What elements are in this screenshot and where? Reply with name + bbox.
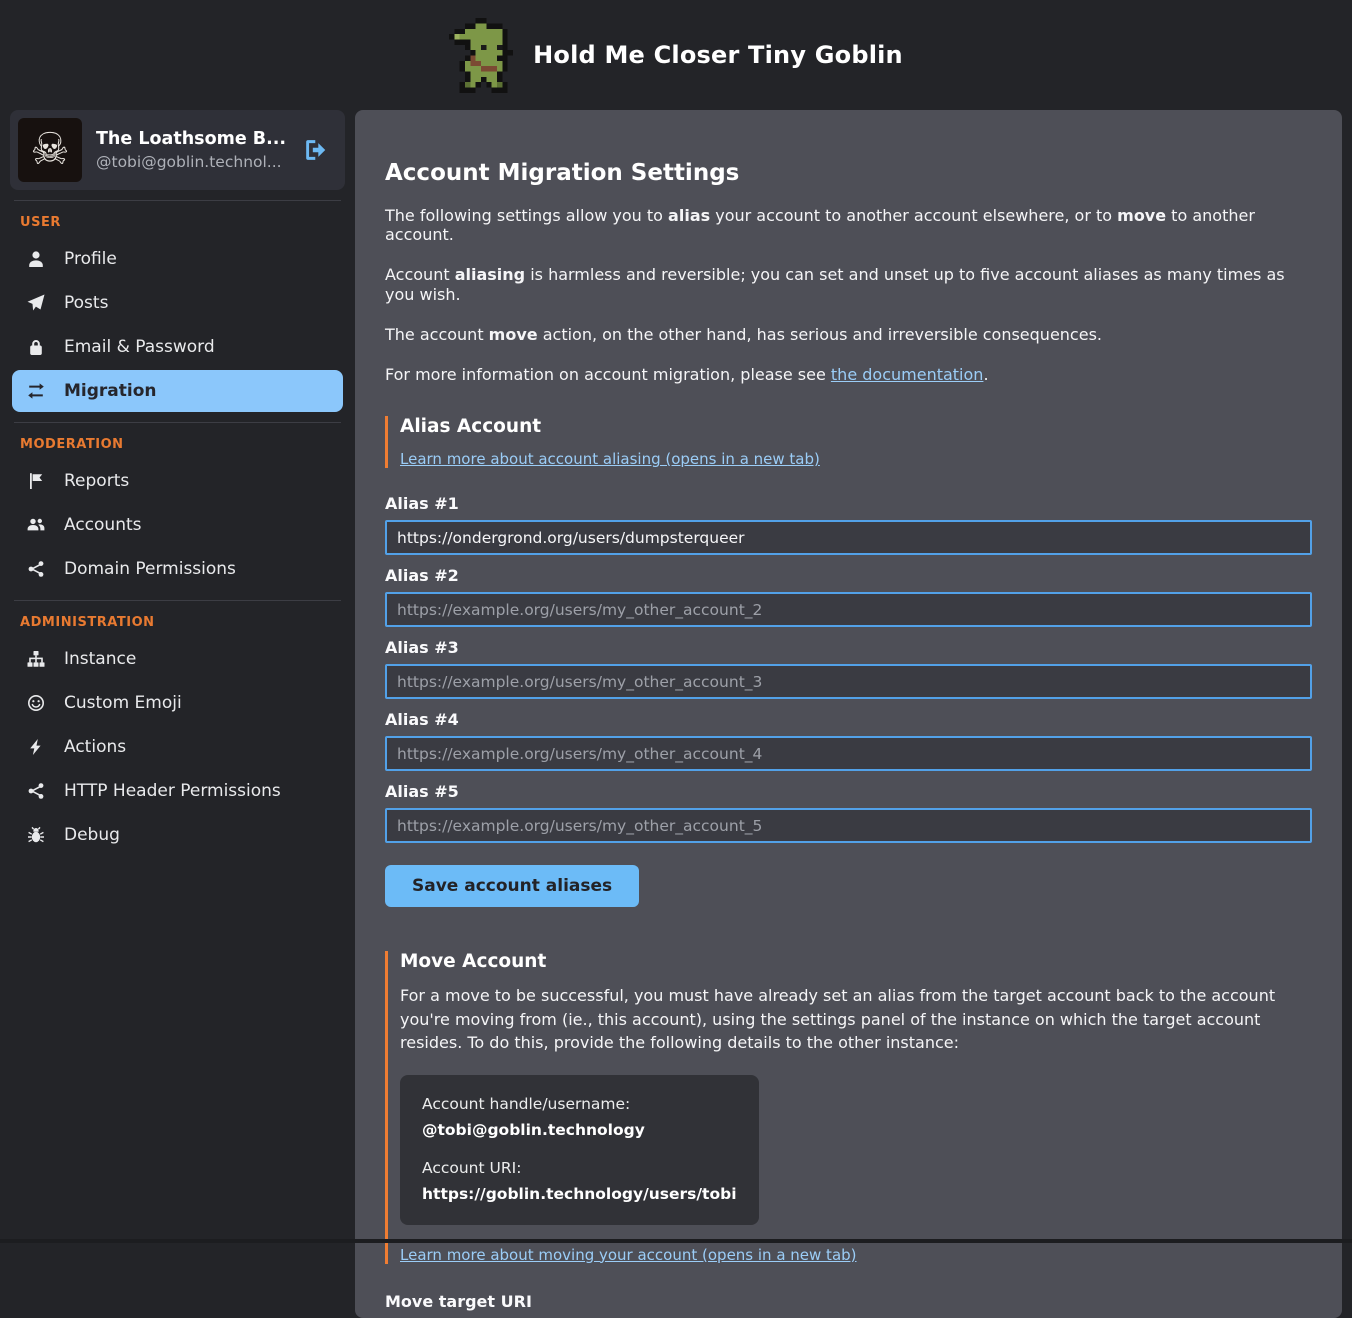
alias-2-label: Alias #2 — [385, 566, 1312, 585]
alias-account-section: Alias Account Learn more about account a… — [385, 416, 1312, 468]
flag-icon — [26, 472, 46, 490]
nav-section-administration: ADMINISTRATION — [20, 615, 335, 630]
sidebar-item-label: Migration — [64, 381, 157, 401]
share-nodes-icon — [26, 782, 46, 800]
divider — [14, 600, 341, 601]
sidebar-item-http-header-permissions[interactable]: HTTP Header Permissions — [12, 770, 343, 812]
administration-nav: Instance Custom Emoji Actions — [10, 638, 345, 856]
nav-section-moderation: MODERATION — [20, 437, 335, 452]
users-icon — [26, 516, 46, 534]
alias-section-heading: Alias Account — [400, 416, 1312, 437]
sidebar-item-domain-permissions[interactable]: Domain Permissions — [12, 548, 343, 590]
alias-3-input[interactable] — [385, 664, 1312, 699]
transfer-arrows-icon — [26, 382, 46, 400]
save-aliases-button[interactable]: Save account aliases — [385, 865, 639, 907]
sidebar-item-label: Accounts — [64, 515, 142, 535]
bolt-icon — [26, 738, 46, 756]
user-meta: The Loathsome B... @tobi@goblin.technol.… — [96, 129, 289, 171]
nav-section-user: USER — [20, 215, 335, 230]
sidebar-item-label: Actions — [64, 737, 126, 757]
sidebar-item-accounts[interactable]: Accounts — [12, 504, 343, 546]
intro-paragraph-4: For more information on account migratio… — [385, 365, 1312, 384]
alias-2-input[interactable] — [385, 592, 1312, 627]
move-learn-more-link[interactable]: Learn more about moving your account (op… — [400, 1246, 857, 1264]
user-card: ☠ The Loathsome B... @tobi@goblin.techno… — [10, 110, 345, 190]
skull-avatar: ☠ — [18, 118, 82, 182]
user-nav: Profile Posts Email & Password — [10, 238, 345, 412]
intro-paragraph-3: The account move action, on the other ha… — [385, 325, 1312, 344]
intro-paragraph-2: Account aliasing is harmless and reversi… — [385, 265, 1312, 303]
app-header: Hold Me Closer Tiny Goblin — [0, 0, 1352, 110]
page: Hold Me Closer Tiny Goblin ☠ The Loathso… — [0, 0, 1352, 1318]
alias-1-label: Alias #1 — [385, 494, 1312, 513]
intro-paragraph-1: The following settings allow you to alia… — [385, 206, 1312, 244]
user-display-name: The Loathsome B... — [96, 129, 289, 149]
divider — [14, 422, 341, 423]
alias-learn-more-link[interactable]: Learn more about account aliasing (opens… — [400, 450, 820, 468]
lock-icon — [26, 338, 46, 356]
user-handle: @tobi@goblin.technol... — [96, 153, 289, 171]
paper-plane-icon — [26, 294, 46, 312]
intro-4-suffix: . — [983, 365, 988, 384]
alias-5-input[interactable] — [385, 808, 1312, 843]
sitemap-icon — [26, 650, 46, 668]
sidebar-item-migration[interactable]: Migration — [12, 370, 343, 412]
intro-4-prefix: For more information on account migratio… — [385, 365, 831, 384]
move-section-heading: Move Account — [400, 951, 1312, 972]
app-title: Hold Me Closer Tiny Goblin — [533, 41, 903, 69]
sign-out-icon[interactable] — [303, 137, 329, 163]
alias-4-input[interactable] — [385, 736, 1312, 771]
sidebar-item-email-password[interactable]: Email & Password — [12, 326, 343, 368]
sidebar-item-label: Domain Permissions — [64, 559, 236, 579]
sidebar-item-actions[interactable]: Actions — [12, 726, 343, 768]
alias-4-field: Alias #4 — [385, 710, 1312, 771]
sidebar-item-debug[interactable]: Debug — [12, 814, 343, 856]
sidebar-item-label: Custom Emoji — [64, 693, 182, 713]
handle-value: @tobi@goblin.technology — [422, 1121, 737, 1139]
documentation-link[interactable]: the documentation — [831, 365, 984, 384]
uri-value: https://goblin.technology/users/tobi — [422, 1185, 737, 1203]
share-nodes-icon — [26, 560, 46, 578]
move-target-label: Move target URI — [385, 1292, 1312, 1311]
account-details-box: Account handle/username: @tobi@goblin.te… — [400, 1075, 759, 1225]
alias-1-field: Alias #1 — [385, 494, 1312, 555]
sidebar-item-label: Posts — [64, 293, 108, 313]
move-account-section: Move Account For a move to be successful… — [385, 951, 1312, 1264]
goblin-pixel-logo — [449, 18, 513, 93]
sidebar-item-label: HTTP Header Permissions — [64, 781, 281, 801]
sidebar-item-custom-emoji[interactable]: Custom Emoji — [12, 682, 343, 724]
divider — [14, 200, 341, 201]
user-icon — [26, 250, 46, 268]
sidebar-item-label: Email & Password — [64, 337, 215, 357]
bug-icon — [26, 826, 46, 844]
smiley-icon — [26, 694, 46, 712]
uri-label: Account URI: — [422, 1159, 737, 1177]
alias-3-field: Alias #3 — [385, 638, 1312, 699]
sidebar-item-label: Reports — [64, 471, 129, 491]
settings-panel: Account Migration Settings The following… — [355, 110, 1342, 1318]
alias-4-label: Alias #4 — [385, 710, 1312, 729]
bottom-edge — [0, 1239, 1352, 1243]
alias-5-field: Alias #5 — [385, 782, 1312, 843]
move-target-field: Move target URI — [385, 1292, 1312, 1311]
page-title: Account Migration Settings — [385, 160, 1312, 186]
handle-label: Account handle/username: — [422, 1095, 737, 1113]
sidebar-item-reports[interactable]: Reports — [12, 460, 343, 502]
move-description: For a move to be successful, you must ha… — [400, 984, 1312, 1055]
sidebar-item-label: Debug — [64, 825, 120, 845]
sidebar-item-label: Profile — [64, 249, 117, 269]
sidebar-item-profile[interactable]: Profile — [12, 238, 343, 280]
moderation-nav: Reports Accounts Domain Permissions — [10, 460, 345, 590]
alias-2-field: Alias #2 — [385, 566, 1312, 627]
alias-5-label: Alias #5 — [385, 782, 1312, 801]
sidebar-item-label: Instance — [64, 649, 136, 669]
alias-1-input[interactable] — [385, 520, 1312, 555]
alias-3-label: Alias #3 — [385, 638, 1312, 657]
sidebar: ☠ The Loathsome B... @tobi@goblin.techno… — [10, 110, 345, 858]
sidebar-item-posts[interactable]: Posts — [12, 282, 343, 324]
sidebar-item-instance[interactable]: Instance — [12, 638, 343, 680]
